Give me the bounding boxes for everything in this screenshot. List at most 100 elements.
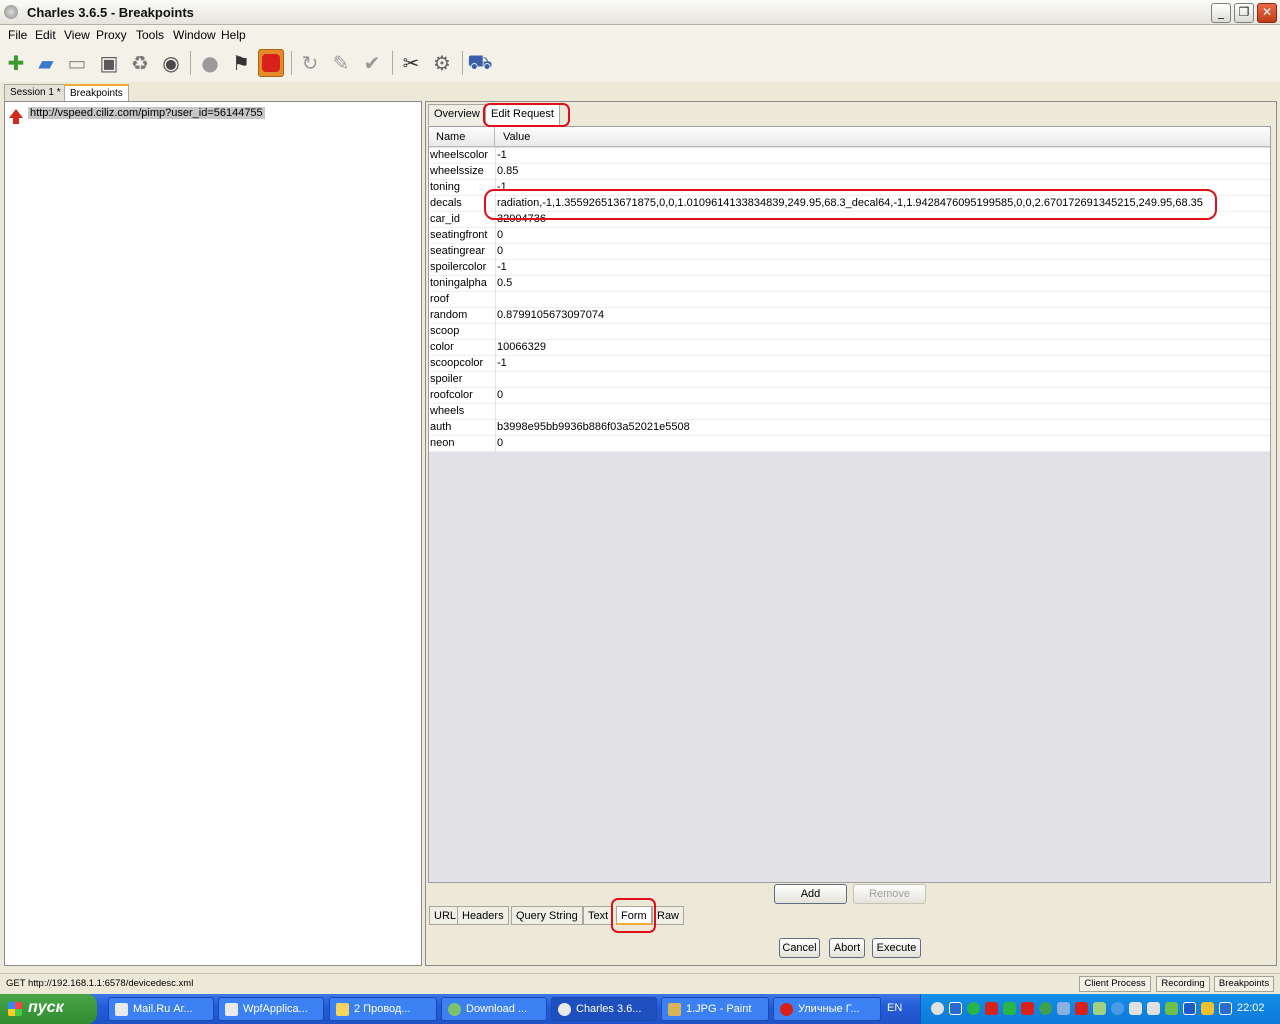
column-value-header[interactable]: Value	[495, 127, 530, 147]
tray-icq-icon[interactable]	[967, 1002, 980, 1015]
table-row[interactable]: random 0.8799105673097074	[429, 308, 1270, 324]
table-row[interactable]: scoopcolor -1	[429, 356, 1270, 372]
tools-icon[interactable]: ✂	[398, 49, 424, 77]
param-value-cell[interactable]	[495, 292, 1270, 308]
table-row[interactable]: auth b3998e95bb9936b886f03a52021e5508	[429, 420, 1270, 436]
menu-edit[interactable]: Edit	[35, 28, 56, 42]
table-row[interactable]: wheels	[429, 404, 1270, 420]
table-row[interactable]: spoilercolor -1	[429, 260, 1270, 276]
column-name-header[interactable]: Name	[429, 127, 495, 147]
close-button[interactable]: ✕	[1257, 3, 1277, 23]
task-download[interactable]: Download ...	[441, 997, 547, 1021]
table-row[interactable]: neon 0	[429, 436, 1270, 452]
table-row[interactable]: decals radiation,-1,1.355926513671875,0,0…	[429, 196, 1270, 212]
param-value-cell[interactable]: 0	[495, 228, 1270, 244]
menu-help[interactable]: Help	[221, 28, 246, 42]
tray-app-icon[interactable]	[985, 1002, 998, 1015]
param-value-cell[interactable]: -1	[495, 180, 1270, 196]
menu-proxy[interactable]: Proxy	[96, 28, 127, 42]
table-row[interactable]: color 10066329	[429, 340, 1270, 356]
param-name-cell[interactable]: decals	[430, 197, 494, 209]
tray-app-icon[interactable]	[1057, 1002, 1070, 1015]
find-icon[interactable]: ◉	[158, 49, 184, 77]
tab-raw[interactable]: Raw	[652, 906, 685, 925]
security-shield-icon[interactable]	[1201, 1002, 1214, 1015]
param-name-cell[interactable]: seatingrear	[430, 245, 494, 257]
shop-icon[interactable]: ⛟	[467, 49, 493, 77]
close-session-icon[interactable]: ▭	[64, 49, 90, 77]
record-icon[interactable]: ●	[197, 49, 223, 77]
table-row[interactable]: seatingfront 0	[429, 228, 1270, 244]
param-name-cell[interactable]: wheelssize	[430, 165, 494, 177]
task-opera[interactable]: Уличные Г...	[773, 997, 881, 1021]
bluetooth-icon[interactable]	[1183, 1002, 1196, 1015]
param-name-cell[interactable]: wheelscolor	[430, 149, 494, 161]
tray-app-icon[interactable]	[1003, 1002, 1016, 1015]
tree-item-url[interactable]: http://vspeed.ciliz.com/pimp?user_id=561…	[28, 107, 265, 119]
language-indicator[interactable]: EN	[887, 1002, 902, 1014]
tab-breakpoints[interactable]: Breakpoints	[64, 84, 129, 101]
tab-session-1[interactable]: Session 1 *	[4, 84, 67, 101]
charles-app-icon[interactable]	[4, 5, 18, 19]
param-value-cell[interactable]: -1	[495, 260, 1270, 276]
tray-app-icon[interactable]	[1111, 1002, 1124, 1015]
param-value-cell[interactable]: 32004736	[495, 212, 1270, 228]
param-value-cell[interactable]: b3998e95bb9936b886f03a52021e5508	[495, 420, 1270, 436]
tab-form[interactable]: Form	[616, 906, 652, 925]
settings-icon[interactable]: ⚙	[429, 49, 455, 77]
recording-button[interactable]: Recording	[1156, 976, 1210, 992]
tab-headers[interactable]: Headers	[457, 906, 509, 925]
open-icon[interactable]: ▰	[33, 49, 59, 77]
param-name-cell[interactable]: roof	[430, 293, 494, 305]
param-name-cell[interactable]: color	[430, 341, 494, 353]
task-paint[interactable]: 1.JPG - Paint	[661, 997, 769, 1021]
task-mail[interactable]: Mail.Ru Аг...	[108, 997, 214, 1021]
param-value-cell[interactable]: 0.5	[495, 276, 1270, 292]
tray-flag-icon[interactable]	[1147, 1002, 1160, 1015]
minimize-button[interactable]: _	[1211, 3, 1231, 23]
client-process-button[interactable]: Client Process	[1079, 976, 1151, 992]
param-value-cell[interactable]	[495, 324, 1270, 340]
start-button[interactable]: пуск	[0, 994, 97, 1024]
param-value-cell[interactable]: 0	[495, 388, 1270, 404]
param-name-cell[interactable]: seatingfront	[430, 229, 494, 241]
param-value-cell[interactable]: -1	[495, 356, 1270, 372]
menu-window[interactable]: Window	[173, 28, 216, 42]
execute-button[interactable]: Execute	[872, 938, 921, 958]
param-value-cell[interactable]: -1	[495, 148, 1270, 164]
table-row[interactable]: toningalpha 0.5	[429, 276, 1270, 292]
tab-overview[interactable]: Overview	[428, 104, 486, 125]
table-row[interactable]: spoiler	[429, 372, 1270, 388]
param-name-cell[interactable]: spoilercolor	[430, 261, 494, 273]
breakpoints-status-button[interactable]: Breakpoints	[1214, 976, 1274, 992]
tray-app-icon[interactable]	[1075, 1002, 1088, 1015]
tray-network-icon[interactable]	[1039, 1002, 1052, 1015]
validate-icon[interactable]: ✔	[359, 49, 385, 77]
tray-nvidia-icon[interactable]	[1165, 1002, 1178, 1015]
new-session-icon[interactable]: ✚	[3, 49, 29, 77]
edit-icon[interactable]: ✎	[328, 49, 354, 77]
param-name-cell[interactable]: auth	[430, 421, 494, 433]
param-value-cell[interactable]: 0.8799105673097074	[495, 308, 1270, 324]
param-name-cell[interactable]: toningalpha	[430, 277, 494, 289]
task-explorer[interactable]: 2 Провод...	[329, 997, 437, 1021]
cancel-button[interactable]: Cancel	[779, 938, 820, 958]
tray-app-icon[interactable]	[1021, 1002, 1034, 1015]
repeat-icon[interactable]: ↻	[297, 49, 323, 77]
param-value-cell[interactable]	[495, 372, 1270, 388]
tab-edit-request[interactable]: Edit Request	[485, 104, 560, 125]
menu-view[interactable]: View	[64, 28, 90, 42]
clock[interactable]: 22:02	[1237, 1002, 1265, 1014]
param-value-cell[interactable]: 10066329	[495, 340, 1270, 356]
table-row[interactable]: car_id 32004736	[429, 212, 1270, 228]
table-row[interactable]: toning -1	[429, 180, 1270, 196]
param-value-cell[interactable]: 0	[495, 244, 1270, 260]
table-row[interactable]: seatingrear 0	[429, 244, 1270, 260]
abort-button[interactable]: Abort	[829, 938, 865, 958]
param-name-cell[interactable]: toning	[430, 181, 494, 193]
table-row[interactable]: wheelscolor -1	[429, 148, 1270, 164]
tray-vs-icon[interactable]	[949, 1002, 962, 1015]
volume-icon[interactable]	[1129, 1002, 1142, 1015]
clear-icon[interactable]: ♻	[127, 49, 153, 77]
param-name-cell[interactable]: scoop	[430, 325, 494, 337]
